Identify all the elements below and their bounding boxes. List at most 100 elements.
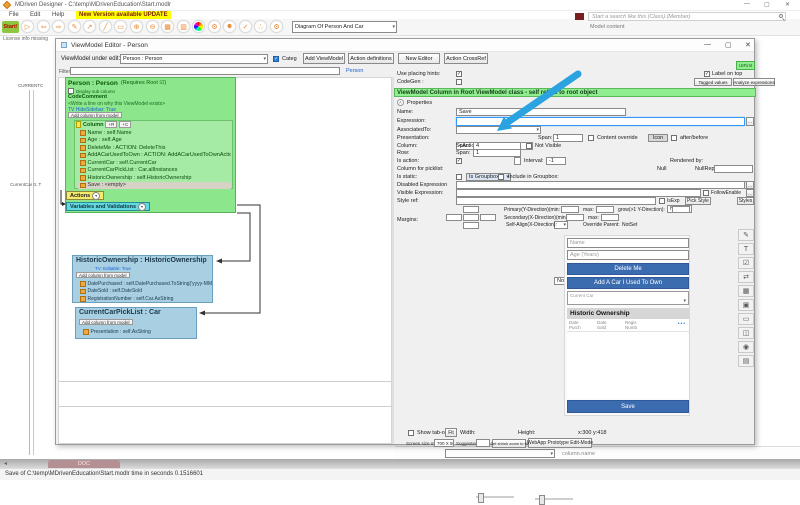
expression-more-button[interactable]: ... (746, 117, 754, 126)
maximize-button[interactable]: ▢ (764, 1, 770, 8)
icon-button[interactable]: Icon (648, 134, 668, 142)
margin-left-input[interactable] (446, 214, 462, 221)
vm-row-addacar[interactable]: AddACarUsedToOwn : ACTION: AddACarUsedTo… (78, 152, 231, 160)
bottom-panel-combo[interactable] (445, 449, 555, 458)
historic-add-column-button[interactable]: Add column from model (76, 272, 130, 278)
vm-row-historicownership[interactable]: HistoricOwnership : self.HistoricOwnersh… (78, 174, 231, 182)
codegen-checkbox[interactable] (456, 79, 462, 85)
person-link[interactable]: Person (346, 68, 363, 74)
table-menu-dots-icon[interactable]: ••• (678, 321, 686, 327)
associated-to-combo[interactable] (456, 126, 541, 134)
disabled-expression-more-button[interactable]: ... (746, 181, 754, 189)
vm-row-currentcarpicklist[interactable]: CurrentCarPickList : Car.allInstances (78, 167, 231, 175)
secondary-min-input[interactable] (566, 214, 584, 221)
update-notice[interactable]: New Version available UPDATE (76, 11, 171, 19)
text-control-icon[interactable]: T (738, 243, 754, 255)
label-on-top-checkbox[interactable] (704, 71, 710, 77)
preview-table-body[interactable] (567, 332, 689, 398)
fit-button[interactable]: Fit (445, 428, 457, 437)
is-action-checkbox[interactable] (456, 158, 462, 164)
isexp-checkbox[interactable] (659, 198, 665, 204)
grid-icon[interactable]: ▦ (161, 20, 174, 33)
add-col-button[interactable]: +C (119, 121, 131, 128)
new-editor-button[interactable]: New Editor (398, 53, 440, 64)
preview-name-input[interactable]: Name (567, 238, 689, 248)
add-column-from-model-button[interactable]: Add column from model (68, 112, 122, 118)
vm-row-currentcar[interactable]: CurrentCar : self.CurrentCar (78, 159, 231, 167)
after-before-checkbox[interactable] (671, 135, 677, 141)
preview-delete-button[interactable]: Delete Me (567, 263, 689, 275)
categ-checkbox[interactable] (273, 56, 279, 62)
currentcar-picklist-block[interactable]: CurrentCarPickList : Car Add column from… (75, 307, 197, 339)
height-slider-thumb[interactable] (539, 495, 545, 505)
pane-divider[interactable] (59, 406, 393, 407)
visible-expression-input[interactable] (456, 189, 701, 197)
person-icon[interactable]: ☻ (223, 20, 236, 33)
is-action-small-input[interactable] (514, 157, 521, 165)
menu-edit[interactable]: Edit (30, 12, 40, 18)
panels-icon[interactable]: ▥ (177, 20, 190, 33)
vm-row-deleteme[interactable]: DeleteMe : ACTION: DeleteThis (78, 144, 231, 152)
webapp-prototype-button[interactable]: WebApp Prototype Edit-Mode (528, 438, 592, 448)
line-icon[interactable]: ╱ (99, 20, 112, 33)
minimize-button[interactable]: — (744, 1, 750, 7)
margin-top-input[interactable] (463, 206, 479, 213)
image-control-icon[interactable]: ▣ (738, 299, 754, 311)
is-groupbox-checkbox[interactable] (498, 174, 504, 180)
expand-actions-icon[interactable]: ▾ (92, 192, 100, 200)
root-block-header[interactable]: Person : Person (Requires Root ☑) (66, 78, 235, 88)
add-row-button[interactable]: +R (105, 121, 117, 128)
color-wheel-icon[interactable] (192, 20, 205, 33)
zoom-in-icon[interactable]: ⊕ (130, 20, 143, 33)
screen-size-input[interactable]: 700 X 500 (434, 439, 454, 447)
pen-icon[interactable]: ✎ (68, 20, 81, 33)
historic-ownership-block[interactable]: HistoricOwnership : HistoricOwnership TV… (72, 255, 213, 303)
dialog-minimize-button[interactable]: — (704, 41, 711, 48)
link-control-icon[interactable]: ⇄ (738, 271, 754, 283)
settings-icon[interactable]: ⚙ (270, 20, 283, 33)
search-box[interactable]: Start a search like this (Class).(Member… (588, 12, 786, 21)
vm-row-save-selected[interactable]: Save : <empty> (78, 182, 231, 190)
gears-icon[interactable]: ⚙ (208, 20, 221, 33)
preview-save-button[interactable]: Save (567, 400, 689, 413)
margin-right-input[interactable] (480, 214, 496, 221)
action-definitions-button[interactable]: Action definitions (348, 53, 394, 64)
is-static-checkbox[interactable] (456, 174, 462, 180)
nullrep-input[interactable] (714, 165, 753, 173)
preview-add-car-button[interactable]: Add A Car I Used To Own (567, 277, 689, 289)
use-placing-hints-checkbox[interactable] (456, 71, 462, 77)
start-button[interactable]: Start! (2, 21, 19, 33)
style-ref-input[interactable] (456, 197, 656, 205)
interval-input[interactable]: -1 (546, 157, 566, 165)
nodes-icon[interactable]: ∴ (254, 20, 267, 33)
menu-help[interactable]: Help (52, 12, 64, 18)
content-override-checkbox[interactable] (588, 135, 594, 141)
window-control-icon[interactable]: ◫ (738, 327, 754, 339)
requires-root-label[interactable]: (Requires Root ☑) (121, 80, 166, 86)
pick-style-button[interactable]: Pick Style (685, 197, 711, 205)
analyze-expressions-button[interactable]: Analyze expressions (733, 78, 775, 86)
col-date-sold[interactable]: DateSold (597, 320, 607, 330)
follow-enable-checkbox[interactable] (703, 190, 709, 196)
tab-scroll-left-icon[interactable]: ◂ (4, 460, 7, 467)
tab-doc[interactable]: DOC (48, 460, 120, 468)
button-control-icon[interactable]: ▭ (738, 313, 754, 325)
width-slider[interactable] (476, 496, 514, 498)
properties-collapse-icon[interactable]: ˄ (397, 99, 404, 106)
play-icon[interactable]: ▷ (21, 20, 34, 33)
dart-icon[interactable]: ↗ (83, 20, 96, 33)
expression-input[interactable] (456, 117, 745, 126)
add-viewmodel-button[interactable]: Add ViewModel (303, 53, 345, 64)
check-icon[interactable]: ✓ (239, 20, 252, 33)
expand-variables-icon[interactable]: ▾ (138, 203, 146, 211)
height-slider[interactable] (535, 498, 573, 500)
name-input[interactable]: Save (456, 108, 626, 116)
close-button[interactable]: ✕ (785, 1, 790, 8)
filter-input[interactable] (70, 67, 340, 75)
arrow-right-icon[interactable]: ⇨ (52, 20, 65, 33)
under-edit-combo[interactable]: Person : Person (120, 54, 268, 64)
vm-row-name[interactable]: Name : self.Name (78, 129, 231, 137)
primary-max-input[interactable] (596, 206, 614, 213)
suggested-zoom-input[interactable] (476, 439, 490, 447)
primary-min-input[interactable] (561, 206, 579, 213)
